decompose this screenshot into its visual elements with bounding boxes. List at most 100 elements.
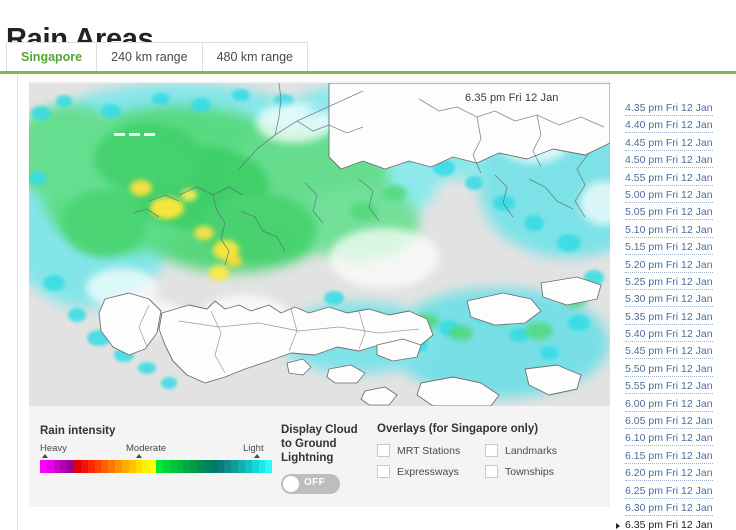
timestamp-label[interactable]: 5.35 pm Fri 12 Jan — [625, 310, 713, 325]
timestamp-item[interactable]: 5.05 pm Fri 12 Jan — [616, 204, 724, 221]
colorbar-swatch — [149, 460, 157, 473]
colorbar-swatch — [94, 460, 102, 473]
map-timestamp-overlay: 6.35 pm Fri 12 Jan — [465, 92, 559, 104]
timestamp-label[interactable]: 5.00 pm Fri 12 Jan — [625, 188, 713, 203]
colorbar-swatch — [115, 460, 122, 473]
colorbar-swatch — [190, 460, 198, 473]
colorbar-swatch — [251, 460, 259, 473]
timestamp-item[interactable]: 5.00 pm Fri 12 Jan — [616, 187, 724, 204]
timestamp-label[interactable]: 6.15 pm Fri 12 Jan — [625, 449, 713, 464]
legend-controls: Rain intensity Heavy Moderate Light Disp… — [29, 415, 610, 507]
timestamp-label[interactable]: 5.10 pm Fri 12 Jan — [625, 223, 713, 238]
colorbar-swatch — [176, 460, 184, 473]
rain-areas-page: Rain Areas Singapore 240 km range 480 km r… — [0, 0, 736, 530]
timestamp-label[interactable]: 5.15 pm Fri 12 Jan — [625, 241, 713, 256]
timestamp-item[interactable]: 5.45 pm Fri 12 Jan — [616, 343, 724, 360]
colorbar-swatch — [142, 460, 150, 473]
timestamp-label[interactable]: 6.35 pm Fri 12 Jan — [625, 519, 713, 530]
checkbox-expressways[interactable] — [377, 465, 390, 478]
timestamp-item-current[interactable]: 6.35 pm Fri 12 Jan — [616, 517, 724, 530]
tab-240-km-range[interactable]: 240 km range — [97, 42, 203, 71]
timestamp-item[interactable]: 4.40 pm Fri 12 Jan — [616, 117, 724, 134]
tab-singapore[interactable]: Singapore — [6, 42, 98, 71]
colorbar-swatch — [203, 460, 211, 473]
lightning-label: Display Cloud to Ground Lightning — [281, 424, 358, 464]
overlay-label: MRT Stations — [397, 444, 461, 457]
colorbar-swatch — [244, 460, 252, 473]
colorbar-swatch — [265, 460, 273, 473]
timestamp-item[interactable]: 6.00 pm Fri 12 Jan — [616, 396, 724, 413]
colorbar-swatch — [53, 460, 61, 473]
colorbar-swatch — [258, 460, 266, 473]
timestamp-label[interactable]: 5.40 pm Fri 12 Jan — [625, 328, 713, 343]
timestamp-item[interactable]: 5.25 pm Fri 12 Jan — [616, 274, 724, 291]
colorbar-swatch — [101, 460, 109, 473]
timestamp-label[interactable]: 5.45 pm Fri 12 Jan — [625, 345, 713, 360]
timestamp-label[interactable]: 5.20 pm Fri 12 Jan — [625, 258, 713, 273]
timestamp-label[interactable]: 5.30 pm Fri 12 Jan — [625, 293, 713, 308]
timestamp-item[interactable]: 5.15 pm Fri 12 Jan — [616, 239, 724, 256]
colorbar-swatch — [217, 460, 225, 473]
timestamp-item[interactable]: 6.25 pm Fri 12 Jan — [616, 483, 724, 500]
overlays-control: Overlays (for Singapore only) MRT Statio… — [377, 423, 597, 478]
timestamp-item[interactable]: 4.55 pm Fri 12 Jan — [616, 170, 724, 187]
toggle-state-label: OFF — [304, 477, 326, 488]
timestamp-item[interactable]: 5.35 pm Fri 12 Jan — [616, 309, 724, 326]
timestamp-item[interactable]: 5.10 pm Fri 12 Jan — [616, 222, 724, 239]
timestamp-label[interactable]: 6.20 pm Fri 12 Jan — [625, 467, 713, 482]
colorbar-swatch — [128, 460, 136, 473]
timestamp-label[interactable]: 5.25 pm Fri 12 Jan — [625, 275, 713, 290]
overlay-item-mrt-stations[interactable]: MRT Stations — [377, 444, 485, 457]
timestamp-item[interactable]: 5.40 pm Fri 12 Jan — [616, 326, 724, 343]
radar-map[interactable] — [29, 83, 610, 406]
timestamp-item[interactable]: 4.35 pm Fri 12 Jan — [616, 100, 724, 117]
lightning-control: Display Cloud to Ground Lightning OFF — [281, 423, 369, 494]
timestamp-item[interactable]: 5.50 pm Fri 12 Jan — [616, 361, 724, 378]
overlay-item-expressways[interactable]: Expressways — [377, 465, 485, 478]
timestamp-item[interactable]: 5.55 pm Fri 12 Jan — [616, 378, 724, 395]
timestamp-label[interactable]: 5.55 pm Fri 12 Jan — [625, 380, 713, 395]
colorbar-swatch — [108, 460, 116, 473]
scale-tick-light-icon — [254, 454, 260, 458]
timestamp-label[interactable]: 5.05 pm Fri 12 Jan — [625, 206, 713, 221]
overlay-label: Landmarks — [505, 444, 557, 457]
colorbar-swatch — [87, 460, 95, 473]
timestamp-label[interactable]: 4.55 pm Fri 12 Jan — [625, 171, 713, 186]
timestamp-label[interactable]: 6.10 pm Fri 12 Jan — [625, 432, 713, 447]
colorbar-swatch — [40, 460, 47, 473]
timestamp-item[interactable]: 5.20 pm Fri 12 Jan — [616, 257, 724, 274]
timestamp-label[interactable]: 5.50 pm Fri 12 Jan — [625, 362, 713, 377]
checkbox-mrt-stations[interactable] — [377, 444, 390, 457]
timestamp-label[interactable]: 4.40 pm Fri 12 Jan — [625, 119, 713, 134]
checkbox-landmarks[interactable] — [485, 444, 498, 457]
timestamp-label[interactable]: 4.50 pm Fri 12 Jan — [625, 154, 713, 169]
timestamp-label[interactable]: 6.00 pm Fri 12 Jan — [625, 397, 713, 412]
timestamp-item[interactable]: 6.15 pm Fri 12 Jan — [616, 448, 724, 465]
lightning-toggle[interactable]: OFF — [281, 474, 340, 494]
timestamp-item[interactable]: 6.05 pm Fri 12 Jan — [616, 413, 724, 430]
timestamp-item[interactable]: 6.20 pm Fri 12 Jan — [616, 465, 724, 482]
timestamp-list: 4.35 pm Fri 12 Jan 4.40 pm Fri 12 Jan 4.45… — [616, 100, 724, 530]
timestamp-label[interactable]: 6.05 pm Fri 12 Jan — [625, 415, 713, 430]
colorbar-swatch — [183, 460, 191, 473]
checkbox-townships[interactable] — [485, 465, 498, 478]
colorbar-swatch — [74, 460, 81, 473]
current-frame-caret-icon — [616, 523, 620, 530]
timestamp-label[interactable]: 6.30 pm Fri 12 Jan — [625, 501, 713, 516]
colorbar-swatch — [121, 460, 129, 473]
overlay-item-landmarks[interactable]: Landmarks — [485, 444, 593, 457]
scale-tick-heavy-icon — [42, 454, 48, 458]
overlay-item-townships[interactable]: Townships — [485, 465, 593, 478]
colorbar-swatch — [224, 460, 232, 473]
scale-label-heavy: Heavy — [40, 443, 67, 454]
timestamp-label[interactable]: 4.45 pm Fri 12 Jan — [625, 136, 713, 151]
timestamp-label[interactable]: 6.25 pm Fri 12 Jan — [625, 484, 713, 499]
timestamp-item[interactable]: 6.30 pm Fri 12 Jan — [616, 500, 724, 517]
rain-intensity-colorbar — [40, 460, 273, 473]
timestamp-item[interactable]: 4.50 pm Fri 12 Jan — [616, 152, 724, 169]
timestamp-item[interactable]: 6.10 pm Fri 12 Jan — [616, 430, 724, 447]
tab-480-km-range[interactable]: 480 km range — [202, 42, 308, 71]
timestamp-item[interactable]: 4.45 pm Fri 12 Jan — [616, 135, 724, 152]
timestamp-item[interactable]: 5.30 pm Fri 12 Jan — [616, 291, 724, 308]
timestamp-label[interactable]: 4.35 pm Fri 12 Jan — [625, 102, 713, 116]
